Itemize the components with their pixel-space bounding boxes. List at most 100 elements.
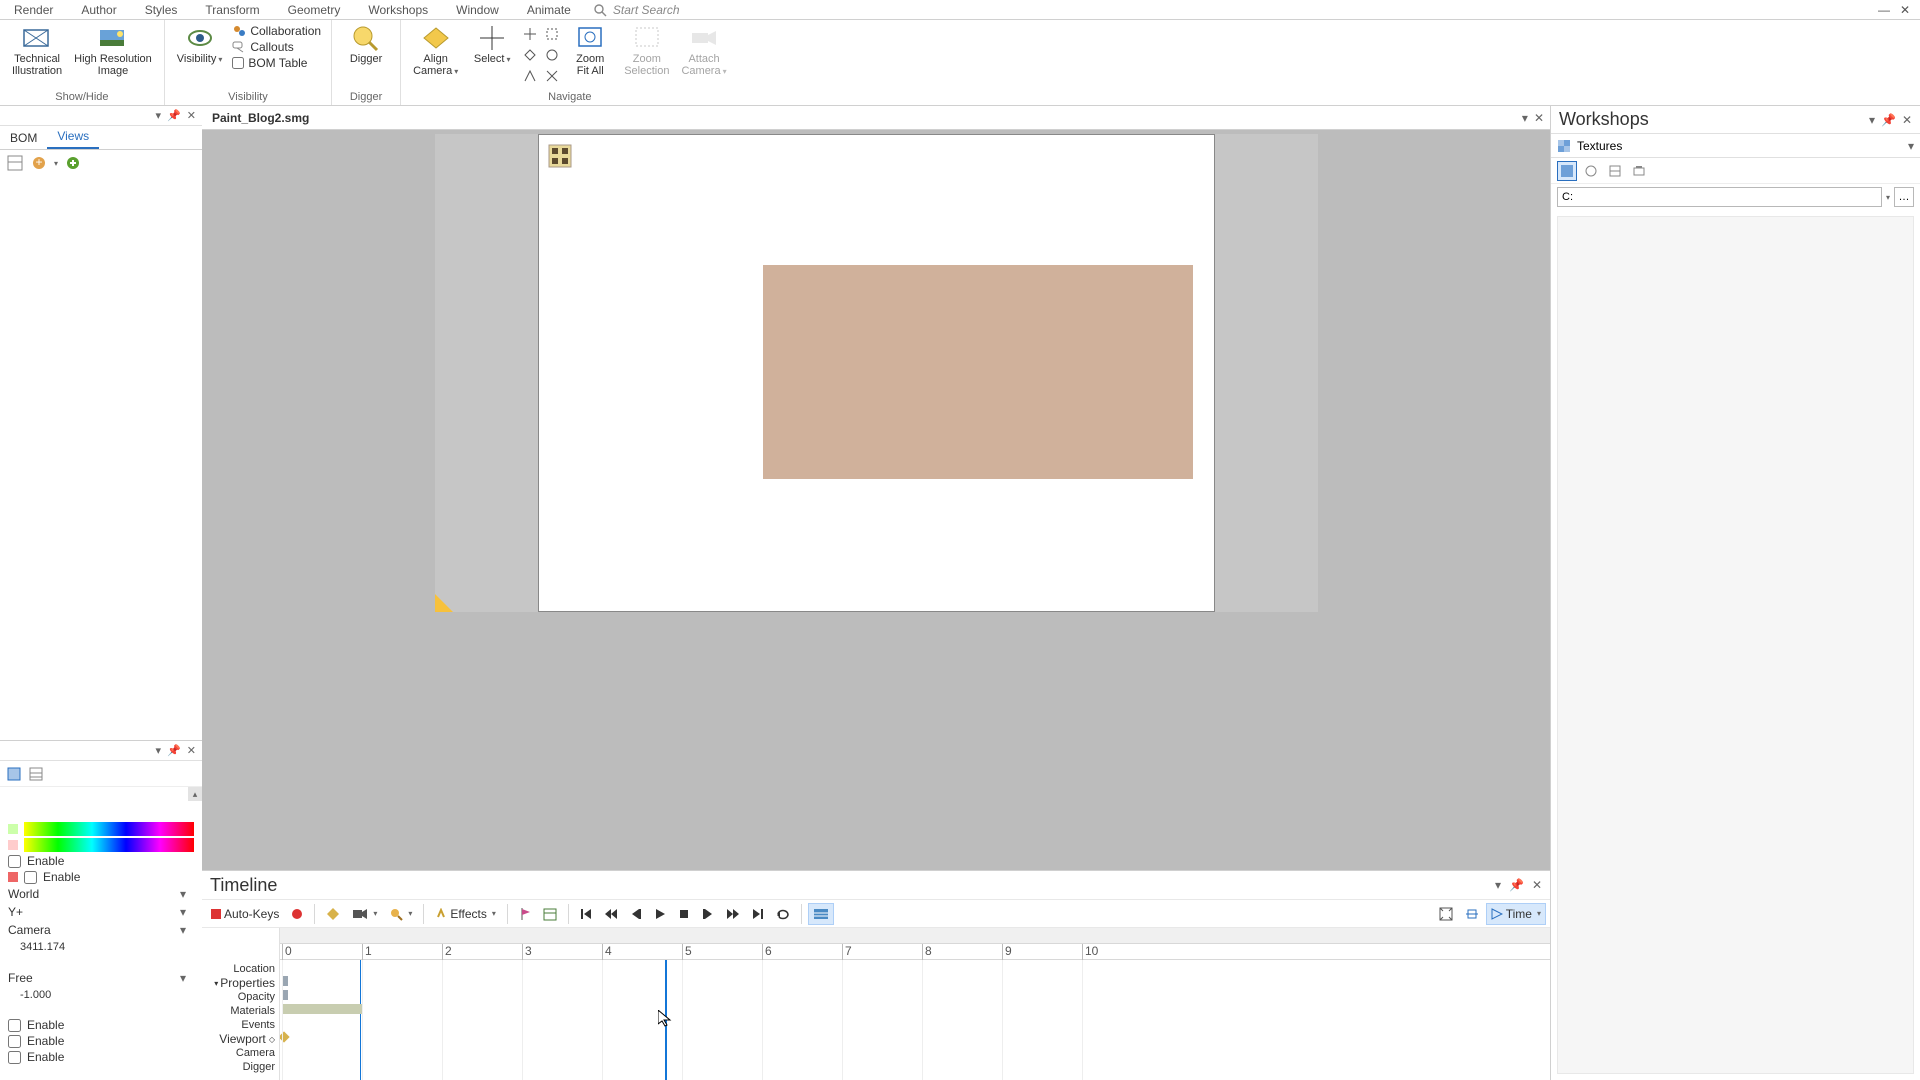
camera-key-button[interactable]	[347, 903, 382, 925]
calendar-button[interactable]	[538, 903, 562, 925]
callouts-checkbox[interactable]: Callouts	[232, 40, 321, 54]
zoom-fit-all-button[interactable]: Zoom Fit All	[562, 22, 618, 79]
autokeys-button[interactable]: Auto-Keys	[206, 903, 284, 925]
effects-button[interactable]: Effects	[430, 903, 500, 925]
track-materials[interactable]: Materials	[202, 1004, 279, 1018]
props-tool-2[interactable]	[28, 766, 44, 782]
track-opacity[interactable]: Opacity	[202, 990, 279, 1004]
stop-button[interactable]	[673, 903, 695, 925]
menu-render[interactable]: Render	[0, 3, 67, 17]
axis-dropdown[interactable]: Y+▾	[4, 903, 198, 921]
track-camera[interactable]: Camera	[202, 1046, 279, 1060]
timeline-ruler[interactable]: 012345678910	[280, 944, 1550, 960]
align-camera-button[interactable]: Align Camera	[407, 22, 464, 80]
document-tab[interactable]: Paint_Blog2.smg	[202, 107, 319, 129]
window-minimize-icon[interactable]: —	[1878, 3, 1890, 17]
track-events[interactable]: Events	[202, 1018, 279, 1032]
tab-textures[interactable]: Textures	[1577, 139, 1622, 153]
nav-tiny-5[interactable]	[520, 66, 540, 85]
nav-tiny-2[interactable]	[542, 24, 562, 43]
ws-tool-3[interactable]	[1605, 161, 1625, 181]
timeline-close-icon[interactable]: ✕	[1532, 878, 1542, 892]
browse-button[interactable]: …	[1894, 187, 1914, 207]
viewport[interactable]	[202, 130, 1550, 870]
fit-timeline-button[interactable]	[1434, 903, 1458, 925]
bom-checkbox-input[interactable]	[232, 57, 244, 69]
timeline-pin-icon[interactable]: 📌	[1509, 878, 1524, 892]
nav-tiny-1[interactable]	[520, 24, 540, 43]
props-close-icon[interactable]: ✕	[187, 744, 196, 757]
collaboration-checkbox[interactable]: Collaboration	[232, 24, 321, 38]
rewind-button[interactable]	[599, 903, 623, 925]
document-canvas[interactable]	[538, 134, 1215, 612]
timeline-dropdown-icon[interactable]: ▾	[1495, 878, 1501, 892]
menu-geometry[interactable]: Geometry	[274, 3, 355, 17]
technical-illustration-button[interactable]: Technical Illustration	[6, 22, 68, 79]
event-marker-button[interactable]	[514, 903, 536, 925]
set-location-key-button[interactable]	[321, 903, 345, 925]
loop-button[interactable]	[771, 903, 795, 925]
tree-tool-3[interactable]	[64, 154, 82, 172]
panel-close-icon[interactable]: ✕	[187, 109, 196, 122]
panel-dropdown-icon[interactable]: ▾	[156, 109, 162, 122]
timeline-tracks[interactable]	[280, 960, 1550, 1080]
enable-check-5[interactable]: Enable	[4, 1049, 198, 1065]
scroll-up-icon[interactable]: ▴	[188, 787, 202, 801]
hue-slider-2[interactable]	[24, 838, 194, 852]
doc-dropdown-icon[interactable]: ▾	[1522, 111, 1528, 125]
show-tracks-button[interactable]	[808, 903, 834, 925]
bom-checkbox[interactable]: BOM Table	[232, 56, 321, 70]
track-location[interactable]: Location	[202, 962, 279, 976]
track-properties[interactable]: ▾Properties	[202, 976, 279, 990]
ws-tool-2[interactable]	[1581, 161, 1601, 181]
ws-tool-4[interactable]	[1629, 161, 1649, 181]
play-button[interactable]	[649, 903, 671, 925]
texture-path-input[interactable]	[1557, 187, 1882, 207]
timeline-track-area[interactable]: 012345678910	[280, 928, 1550, 1080]
panel-pin-icon[interactable]: 📌	[167, 109, 181, 122]
world-dropdown[interactable]: World▾	[4, 885, 198, 903]
tree-view[interactable]	[0, 176, 202, 740]
window-close-icon[interactable]: ✕	[1900, 3, 1910, 17]
menu-workshops[interactable]: Workshops	[354, 3, 442, 17]
track-viewport[interactable]: Viewport ◇	[202, 1032, 279, 1046]
time-mode-button[interactable]: Time	[1486, 903, 1546, 925]
search-box[interactable]: Start Search	[593, 3, 680, 17]
go-to-start-button[interactable]	[575, 903, 597, 925]
free-dropdown[interactable]: Free▾	[4, 969, 198, 987]
digger-button[interactable]: Digger	[338, 22, 394, 67]
camera-dropdown[interactable]: Camera▾	[4, 921, 198, 939]
workshops-tab-dropdown[interactable]: ▾	[1908, 139, 1920, 153]
props-tool-1[interactable]	[6, 766, 22, 782]
menu-animate[interactable]: Animate	[513, 3, 585, 17]
ws-tool-1[interactable]	[1557, 161, 1577, 181]
tab-bom[interactable]: BOM	[0, 127, 47, 149]
fast-forward-button[interactable]	[721, 903, 745, 925]
workshops-dropdown-icon[interactable]: ▾	[1869, 113, 1875, 127]
timeline-scrub-bar[interactable]	[280, 928, 1550, 944]
enable-check-2[interactable]: Enable	[4, 869, 198, 885]
zoom-timeline-button[interactable]	[1460, 903, 1484, 925]
enable-check-3[interactable]: Enable	[4, 1017, 198, 1033]
menu-author[interactable]: Author	[67, 3, 130, 17]
step-forward-button[interactable]	[697, 903, 719, 925]
visibility-button[interactable]: Visibility	[171, 22, 229, 68]
go-to-end-button[interactable]	[747, 903, 769, 925]
props-dropdown-icon[interactable]: ▾	[156, 744, 162, 757]
nav-tiny-4[interactable]	[542, 45, 562, 64]
hue-slider-1[interactable]	[24, 822, 194, 836]
select-button[interactable]: Select	[464, 22, 520, 68]
record-button[interactable]	[286, 903, 308, 925]
track-digger[interactable]: Digger	[202, 1060, 279, 1074]
keyblock-materials[interactable]	[282, 1004, 362, 1014]
tree-tool-1[interactable]	[6, 154, 24, 172]
tab-views[interactable]: Views	[47, 125, 99, 149]
enable-check-4[interactable]: Enable	[4, 1033, 198, 1049]
enable-check-1[interactable]: Enable	[4, 853, 198, 869]
tree-tool-2[interactable]: +	[30, 154, 48, 172]
textures-list[interactable]	[1557, 216, 1914, 1074]
workshops-close-icon[interactable]: ✕	[1902, 113, 1912, 127]
high-resolution-button[interactable]: High Resolution Image	[68, 22, 158, 79]
step-back-button[interactable]	[625, 903, 647, 925]
nav-tiny-3[interactable]	[520, 45, 540, 64]
